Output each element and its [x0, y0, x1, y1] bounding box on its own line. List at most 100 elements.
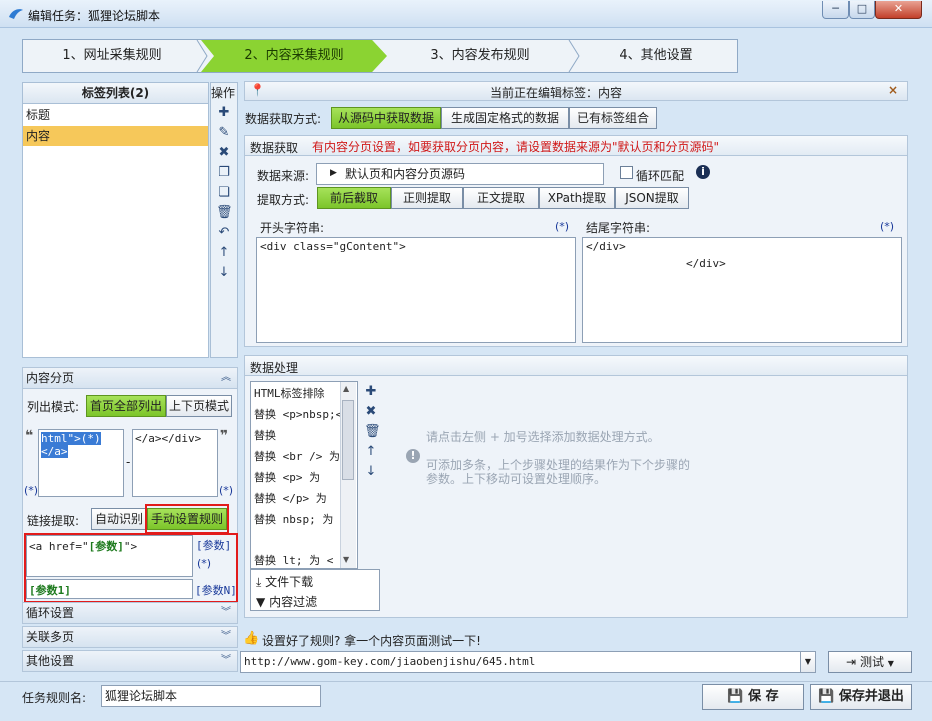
- data-processing-title: 数据处理: [250, 361, 299, 375]
- extract-xpath-button[interactable]: XPath提取: [539, 187, 615, 209]
- title-bar: 编辑任务：狐狸论坛脚本: [0, 0, 932, 28]
- delete-icon[interactable]: ✖: [364, 404, 378, 419]
- copy-icon[interactable]: ❐: [216, 165, 232, 181]
- data-processing-header: [244, 355, 908, 376]
- other-section-title: 其他设置: [26, 654, 75, 668]
- pagination-start-input[interactable]: html">(*) </a>: [38, 429, 124, 497]
- list-item[interactable]: 替换 <p>nbsp;<: [254, 406, 342, 422]
- multi-page-section-title: 关联多页: [26, 630, 75, 644]
- list-mode-label: 列出模式:: [27, 400, 80, 414]
- extract-json-button[interactable]: JSON提取: [615, 187, 689, 209]
- start-wildcard-link[interactable]: (*): [555, 220, 569, 233]
- undo-icon[interactable]: ↶: [216, 225, 232, 241]
- scroll-thumb[interactable]: [342, 400, 354, 480]
- close-editor-icon[interactable]: ×: [888, 83, 898, 97]
- save-button[interactable]: 💾 保 存: [702, 684, 804, 710]
- link-rule-input[interactable]: <a href="[参数]">: [26, 535, 193, 577]
- link-manual-button[interactable]: 手动设置规则: [147, 508, 227, 530]
- multi-page-section-header[interactable]: 关联多页 ︾: [22, 626, 238, 648]
- expand-icon[interactable]: ︾: [221, 603, 231, 623]
- chevron-down-icon[interactable]: ▼: [800, 652, 815, 672]
- minimize-button[interactable]: ─: [822, 1, 849, 19]
- trash-icon[interactable]: 🗑: [364, 424, 381, 439]
- file-download-item[interactable]: ⤓ 文件下载: [256, 573, 313, 590]
- test-prompt-label: 设置好了规则? 拿一个内容页面测试一下!: [262, 634, 481, 648]
- loop-match-checkbox[interactable]: [620, 166, 633, 179]
- scroll-down-icon[interactable]: ▼: [343, 555, 349, 564]
- task-name-input[interactable]: 狐狸论坛脚本: [101, 685, 321, 707]
- link-auto-button[interactable]: 自动识别: [91, 508, 147, 530]
- start-string-input[interactable]: <div class="gContent">: [256, 237, 576, 343]
- list-mode-all-button[interactable]: 首页全部列出: [86, 395, 166, 417]
- paste-icon[interactable]: ❏: [216, 185, 232, 201]
- add-icon[interactable]: ✚: [216, 105, 232, 121]
- step-content-rules[interactable]: 2、内容采集规则: [201, 40, 387, 72]
- insert-param-link[interactable]: [参数]: [196, 537, 231, 553]
- range-dash: -: [126, 455, 131, 469]
- list-item[interactable]: 替换 lt; 为 <: [254, 552, 333, 568]
- tag-item-content[interactable]: 内容: [23, 126, 208, 146]
- content-filter-item[interactable]: ▼ 内容过滤: [256, 593, 317, 610]
- list-item[interactable]: 替换 <br /> 为: [254, 448, 340, 464]
- end-string-input[interactable]: </div>: [582, 237, 902, 343]
- list-item[interactable]: HTML标签排除: [254, 385, 325, 401]
- save-button-label: 保 存: [748, 689, 779, 704]
- list-mode-updown-button[interactable]: 上下页模式: [166, 395, 232, 417]
- step-publish-rules[interactable]: 3、内容发布规则: [387, 40, 573, 72]
- test-button[interactable]: ⇥ 测试 ▼: [828, 651, 912, 673]
- pagination-section-title: 内容分页: [26, 371, 75, 385]
- expand-icon[interactable]: ︾: [221, 651, 231, 671]
- extract-body-button[interactable]: 正文提取: [463, 187, 539, 209]
- source-fixed-format-button[interactable]: 生成固定格式的数据: [441, 107, 569, 129]
- insert-wildcard-link[interactable]: (*): [197, 557, 211, 570]
- processing-hint-1: 请点击左侧 + 加号选择添加数据处理方式。: [426, 430, 660, 444]
- link-rule-result-input[interactable]: [参数1]: [26, 579, 193, 599]
- close-window-button[interactable]: ✕: [875, 1, 922, 19]
- move-down-icon[interactable]: ↓: [364, 464, 378, 479]
- wildcard-insert-link[interactable]: (*): [219, 484, 233, 497]
- extract-before-after-button[interactable]: 前后截取: [317, 187, 391, 209]
- move-down-icon[interactable]: ↓: [216, 265, 232, 281]
- source-tag-combo-button[interactable]: 已有标签组合: [569, 107, 657, 129]
- add-icon[interactable]: ✚: [364, 384, 378, 399]
- selected-text: html">(*): [41, 432, 101, 445]
- selected-text: </a>: [41, 445, 68, 458]
- move-up-icon[interactable]: ↑: [216, 245, 232, 261]
- step-other-settings[interactable]: 4、其他设置: [573, 40, 739, 72]
- scroll-up-icon[interactable]: ▲: [343, 384, 349, 393]
- edit-icon[interactable]: ✎: [216, 125, 232, 141]
- pagination-warning: 有内容分页设置，如要获取分页内容，请设置数据来源为"默认页和分页源码": [312, 140, 720, 154]
- list-item[interactable]: 替换: [254, 427, 276, 443]
- loop-section-header[interactable]: 循环设置 ︾: [22, 602, 238, 624]
- tag-item-title[interactable]: 标题: [23, 105, 208, 125]
- wizard-steps: 1、网址采集规则 2、内容采集规则 3、内容发布规则 4、其他设置: [22, 39, 738, 73]
- save-exit-button[interactable]: 💾 保存并退出: [810, 684, 912, 710]
- collapse-icon[interactable]: ︽: [221, 368, 231, 388]
- pagination-end-input[interactable]: </a></div>: [132, 429, 218, 497]
- processing-hint-3: 参数。上下移动可设置处理顺序。: [426, 472, 607, 486]
- step-url-rules[interactable]: 1、网址采集规则: [23, 40, 201, 72]
- delete-icon[interactable]: ✖: [216, 145, 232, 161]
- maximize-button[interactable]: □: [849, 1, 875, 19]
- download-icon: ⤓: [256, 575, 262, 589]
- move-up-icon[interactable]: ↑: [364, 444, 378, 459]
- info-icon[interactable]: i: [696, 165, 710, 179]
- list-item[interactable]: 替换 <p> 为: [254, 469, 320, 485]
- end-wildcard-link[interactable]: (*): [880, 220, 894, 233]
- extract-regex-button[interactable]: 正则提取: [391, 187, 463, 209]
- other-section-header[interactable]: 其他设置 ︾: [22, 650, 238, 672]
- extract-mode-label: 提取方式:: [257, 193, 310, 207]
- list-item[interactable]: 替换 nbsp; 为: [254, 511, 333, 527]
- source-from-html-button[interactable]: 从源码中获取数据: [331, 107, 441, 129]
- link-extract-label: 链接提取:: [27, 514, 80, 528]
- test-button-label: 测试: [859, 655, 884, 669]
- app-logo-icon: [9, 9, 23, 19]
- list-item[interactable]: 替换 </p> 为: [254, 490, 327, 506]
- test-url-input[interactable]: http://www.gom-key.com/jiaobenjishu/645.…: [240, 651, 816, 673]
- insert-paramN-link[interactable]: [参数N]: [195, 582, 237, 598]
- source-select[interactable]: 默认页和内容分页源码: [316, 163, 604, 185]
- expand-icon[interactable]: ︾: [221, 627, 231, 647]
- pagination-section-header[interactable]: 内容分页 ︽: [22, 367, 238, 389]
- wildcard-insert-link[interactable]: (*): [24, 484, 38, 497]
- trash-icon[interactable]: 🗑: [216, 205, 233, 221]
